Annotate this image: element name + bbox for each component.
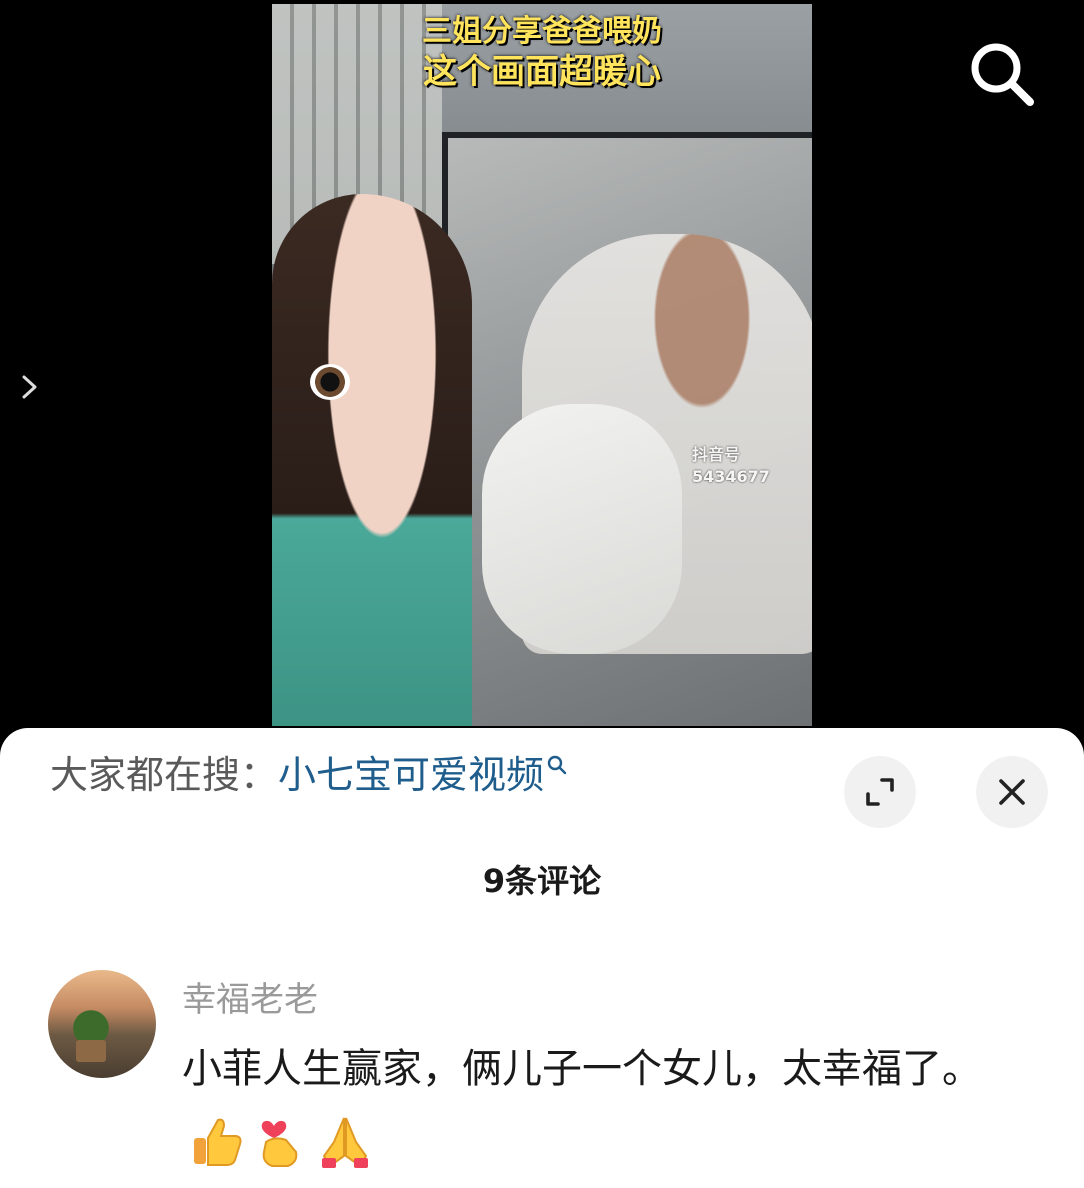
video-caption-line2: 这个画面超暖心 [423,52,661,92]
search-small-icon [547,755,567,775]
video-baby-figure [482,404,682,654]
avatar-pot [76,1040,106,1062]
video-watermark: 抖音号 5434677 [692,444,770,488]
comments-sheet: 大家都在搜：小七宝可爱视频 9条评论 幸福老老 小菲人生赢家，俩儿子一个女儿，太… [0,728,1084,1188]
trending-search-prefix: 大家都在搜： [50,753,279,797]
comment-text: 小菲人生赢家，俩儿子一个女儿，太幸福了。 [182,1046,982,1092]
comment-body: 小菲人生赢家，俩儿子一个女儿，太幸福了。 [182,1034,1022,1174]
expand-icon [866,778,894,806]
comment-username[interactable]: 幸福老老 [182,972,318,1021]
chevron-right-icon[interactable] [18,372,42,402]
avatar[interactable] [48,970,156,1078]
video-player[interactable]: 三姐分享爸爸喂奶 这个画面超暖心 抖音号 5434677 [0,0,1084,740]
video-frame[interactable]: 三姐分享爸爸喂奶 这个画面超暖心 抖音号 5434677 [272,4,812,726]
finger-heart-emoji [261,1120,298,1167]
watermark-id: 5434677 [692,467,770,486]
video-avatar-girl [272,194,472,726]
close-button[interactable] [976,756,1048,828]
trending-search-keyword[interactable]: 小七宝可爱视频 [278,753,544,797]
comment-item[interactable]: 幸福老老 小菲人生赢家，俩儿子一个女儿，太幸福了。 [48,970,1048,1180]
watermark-label: 抖音号 [692,445,741,464]
comment-count: 9条评论 [482,862,602,900]
folded-hands-emoji [322,1117,368,1168]
search-icon[interactable] [966,38,1036,108]
expand-button[interactable] [844,756,916,828]
video-avatar-eye [310,364,350,400]
thumbs-up-emoji [194,1118,242,1166]
close-icon [999,779,1025,805]
trending-search[interactable]: 大家都在搜：小七宝可爱视频 [50,750,570,800]
